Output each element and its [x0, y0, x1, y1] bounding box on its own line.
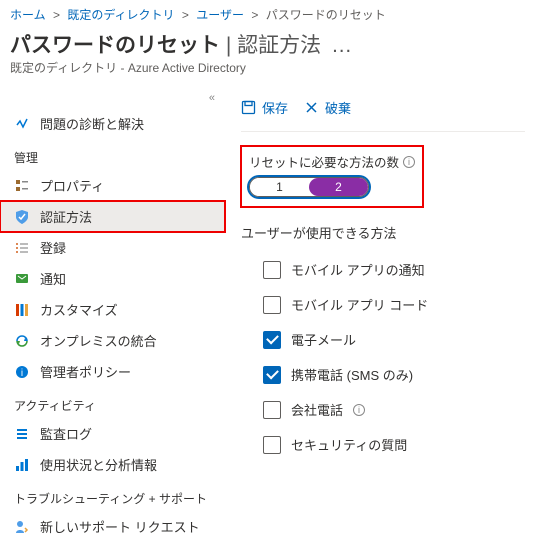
info-icon: i: [14, 364, 30, 380]
chevron-right-icon: >: [53, 8, 60, 22]
sync-icon: [14, 333, 30, 349]
sidebar-item-label: 登録: [40, 238, 66, 257]
required-methods-toggle[interactable]: 1 2: [249, 177, 369, 197]
section-support: トラブルシューティング + サポート: [0, 480, 225, 511]
sidebar-item-admin-policy[interactable]: i 管理者ポリシー: [0, 356, 225, 387]
diagnose-icon: [14, 116, 30, 132]
method-row: 携帯電話 (SMS のみ): [241, 357, 525, 392]
sidebar-item-new-support[interactable]: 新しいサポート リクエスト: [0, 511, 225, 542]
method-label: モバイル アプリ コード: [291, 295, 428, 314]
title-main: パスワードのリセット: [10, 34, 220, 57]
breadcrumb: ホーム > 既定のディレクトリ > ユーザー > パスワードのリセット: [0, 0, 535, 27]
required-methods-label: リセットに必要な方法の数 i: [249, 152, 415, 171]
checkbox[interactable]: [263, 331, 281, 349]
method-label: 会社電話: [291, 400, 343, 419]
toggle-option-2[interactable]: 2: [309, 178, 368, 196]
sidebar-item-audit-logs[interactable]: 監査ログ: [0, 418, 225, 449]
page-title: パスワードのリセット | 認証方法 …: [10, 29, 354, 59]
section-manage: 管理: [0, 139, 225, 170]
support-icon: [14, 519, 30, 535]
method-row: 電子メール: [241, 322, 525, 357]
sidebar-item-label: 管理者ポリシー: [40, 362, 131, 381]
sidebar-item-auth-methods[interactable]: 認証方法: [0, 201, 225, 232]
save-label: 保存: [262, 98, 288, 117]
info-icon[interactable]: i: [353, 404, 365, 416]
shield-icon: [14, 209, 30, 225]
required-methods-group: リセットに必要な方法の数 i 1 2: [241, 146, 423, 207]
breadcrumb-users[interactable]: ユーザー: [196, 8, 244, 22]
sidebar-item-label: 監査ログ: [40, 424, 92, 443]
sidebar-item-diagnose[interactable]: 問題の診断と解決: [0, 108, 225, 139]
customize-icon: [14, 302, 30, 318]
method-label: 電子メール: [291, 330, 356, 349]
close-icon: [304, 100, 319, 115]
save-button[interactable]: 保存: [241, 98, 288, 117]
title-divider: |: [220, 34, 237, 57]
sidebar-item-customize[interactable]: カスタマイズ: [0, 294, 225, 325]
method-label: セキュリティの質問: [291, 435, 407, 454]
method-label: モバイル アプリの通知: [291, 260, 425, 279]
content: 保存 破棄 リセットに必要な方法の数 i 1 2 ユーザーが使用できる方法 モバ…: [225, 88, 535, 542]
save-icon: [241, 100, 256, 115]
sidebar-item-label: 新しいサポート リクエスト: [40, 517, 200, 536]
checkbox[interactable]: [263, 296, 281, 314]
chevron-right-icon: >: [182, 8, 189, 22]
method-row: セキュリティの質問: [241, 427, 525, 462]
checkbox[interactable]: [263, 261, 281, 279]
method-row: モバイル アプリの通知: [241, 252, 525, 287]
sidebar-item-properties[interactable]: プロパティ: [0, 170, 225, 201]
discard-button[interactable]: 破棄: [304, 98, 351, 117]
checkbox[interactable]: [263, 401, 281, 419]
sidebar-item-label: カスタマイズ: [40, 300, 118, 319]
page-subtitle: 既定のディレクトリ - Azure Active Directory: [0, 59, 535, 88]
sidebar-item-notifications[interactable]: 通知: [0, 263, 225, 294]
sidebar-item-label: 問題の診断と解決: [40, 114, 144, 133]
sidebar-item-label: オンプレミスの統合: [40, 331, 157, 350]
title-sub: 認証方法: [237, 34, 321, 57]
checkbox[interactable]: [263, 436, 281, 454]
sidebar-item-label: 認証方法: [40, 207, 92, 226]
methods-list: モバイル アプリの通知モバイル アプリ コード電子メール携帯電話 (SMS のみ…: [241, 252, 525, 462]
sidebar-item-insights[interactable]: 使用状況と分析情報: [0, 449, 225, 480]
bell-icon: [14, 271, 30, 287]
section-activity: アクティビティ: [0, 387, 225, 418]
toggle-option-1[interactable]: 1: [250, 178, 309, 196]
discard-label: 破棄: [325, 98, 351, 117]
log-icon: [14, 426, 30, 442]
page-title-row: パスワードのリセット | 認証方法 …: [0, 27, 535, 59]
sidebar-item-label: プロパティ: [40, 176, 104, 195]
sidebar-item-onprem[interactable]: オンプレミスの統合: [0, 325, 225, 356]
svg-text:i: i: [21, 368, 23, 379]
properties-icon: [14, 178, 30, 194]
sidebar-item-label: 使用状況と分析情報: [40, 455, 157, 474]
chart-icon: [14, 457, 30, 473]
checkbox[interactable]: [263, 366, 281, 384]
collapse-sidebar-icon[interactable]: «: [0, 88, 225, 108]
method-row: 会社電話 i: [241, 392, 525, 427]
sidebar: « 問題の診断と解決 管理 プロパティ 認証方法 登録: [0, 88, 225, 542]
method-label: 携帯電話 (SMS のみ): [291, 365, 413, 384]
info-icon[interactable]: i: [403, 156, 415, 168]
method-row: モバイル アプリ コード: [241, 287, 525, 322]
sidebar-item-label: 通知: [40, 269, 66, 288]
sidebar-item-registration[interactable]: 登録: [0, 232, 225, 263]
more-icon[interactable]: …: [331, 34, 354, 57]
breadcrumb-home[interactable]: ホーム: [10, 8, 46, 22]
command-bar: 保存 破棄: [241, 92, 525, 132]
chevron-right-icon: >: [251, 8, 258, 22]
required-methods-text: リセットに必要な方法の数: [249, 152, 399, 171]
breadcrumb-directory[interactable]: 既定のディレクトリ: [67, 8, 174, 22]
list-icon: [14, 240, 30, 256]
breadcrumb-current: パスワードのリセット: [266, 8, 386, 22]
available-methods-label: ユーザーが使用できる方法: [241, 223, 525, 242]
